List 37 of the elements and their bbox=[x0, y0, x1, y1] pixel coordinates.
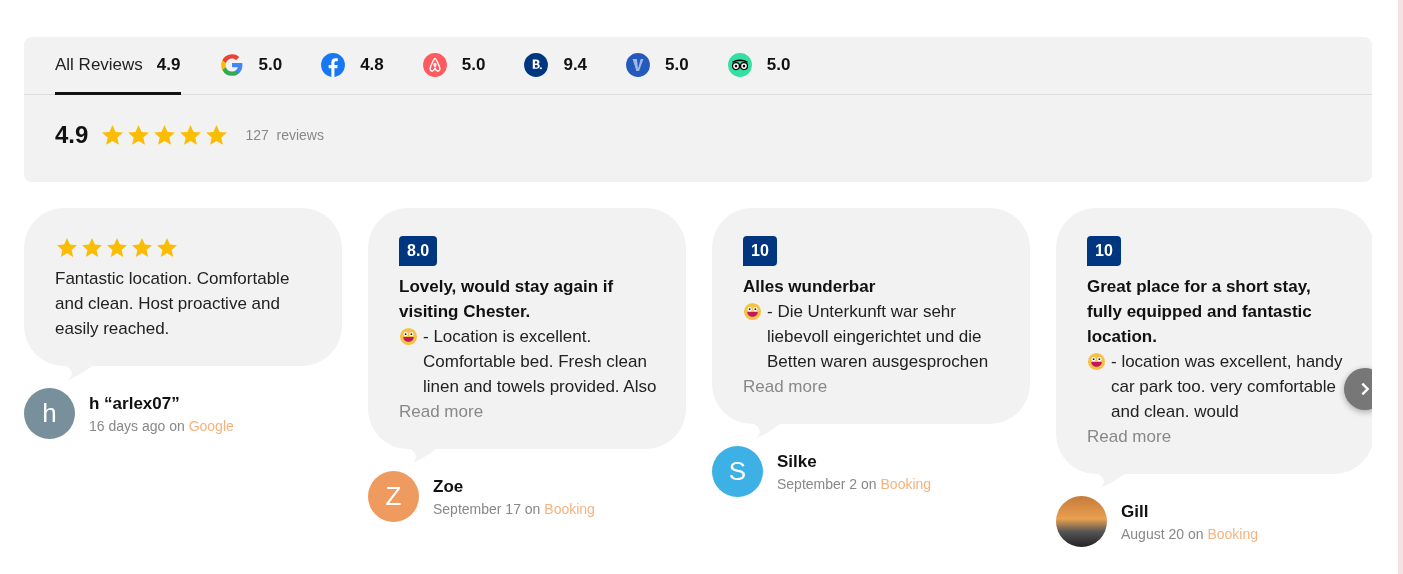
review-date: September 17 on Booking bbox=[433, 500, 595, 517]
letter-avatar: Z bbox=[368, 471, 419, 522]
platform-tab[interactable]: 5.0 bbox=[726, 37, 791, 95]
author-name: Zoe bbox=[433, 476, 465, 497]
review-title: Great place for a short stay, fully equipped and fantastic location. bbox=[1087, 276, 1313, 348]
letter-avatar: h bbox=[24, 388, 75, 439]
review-title: Alles wunderbar bbox=[743, 276, 877, 298]
review-text: - Die Unterkunft war sehr liebevoll eingerichtet und die Betten waren ausgesprochen bbox=[767, 301, 990, 373]
platform-tab[interactable]: 5.0 bbox=[218, 37, 283, 95]
letter-v-icon bbox=[625, 51, 652, 78]
author-name: Silke bbox=[777, 451, 818, 472]
author-name: h “arlex07” bbox=[89, 393, 181, 414]
review-text: - Location is excellent. Comfortable bed. Fresh clean linen and towels provided. Also bbox=[423, 326, 658, 398]
score-badge: 10 bbox=[743, 236, 777, 266]
review-text: - location was excellent, handy car park too. very comfortable and clean. would bbox=[1111, 351, 1344, 423]
loop-icon bbox=[421, 51, 448, 78]
letter-b-icon bbox=[523, 51, 550, 78]
owl-eyes-icon bbox=[726, 51, 753, 78]
platform-tab[interactable]: 5.0 bbox=[421, 37, 486, 95]
score-badge: 8.0 bbox=[399, 236, 438, 266]
photo-placeholder bbox=[1056, 496, 1107, 547]
platform-tab[interactable]: 9.4 bbox=[523, 37, 588, 95]
review-date: August 20 on Booking bbox=[1121, 525, 1258, 542]
review-date: September 2 on Booking bbox=[777, 475, 932, 492]
score-badge: 10 bbox=[1087, 236, 1121, 266]
letter-avatar: S bbox=[712, 446, 763, 497]
review-title: Lovely, would stay again if visiting Chester. bbox=[399, 276, 615, 323]
review-date: 16 days ago on Google bbox=[89, 417, 234, 434]
review-count: 127 reviews bbox=[245, 127, 324, 143]
letter-f-icon bbox=[320, 51, 347, 78]
author-name: Gill bbox=[1121, 501, 1150, 522]
review-text: Fantastic location. Comfortable and clean. Host proactive and easily reached. bbox=[55, 268, 291, 340]
platform-tab[interactable]: 5.0 bbox=[625, 37, 689, 95]
average-rating: 4.9 bbox=[55, 121, 89, 149]
platform-tab[interactable]: 4.8 bbox=[320, 37, 384, 95]
letter-g-icon bbox=[218, 51, 245, 78]
platform-tab[interactable]: All Reviews 4.9 bbox=[55, 37, 181, 95]
